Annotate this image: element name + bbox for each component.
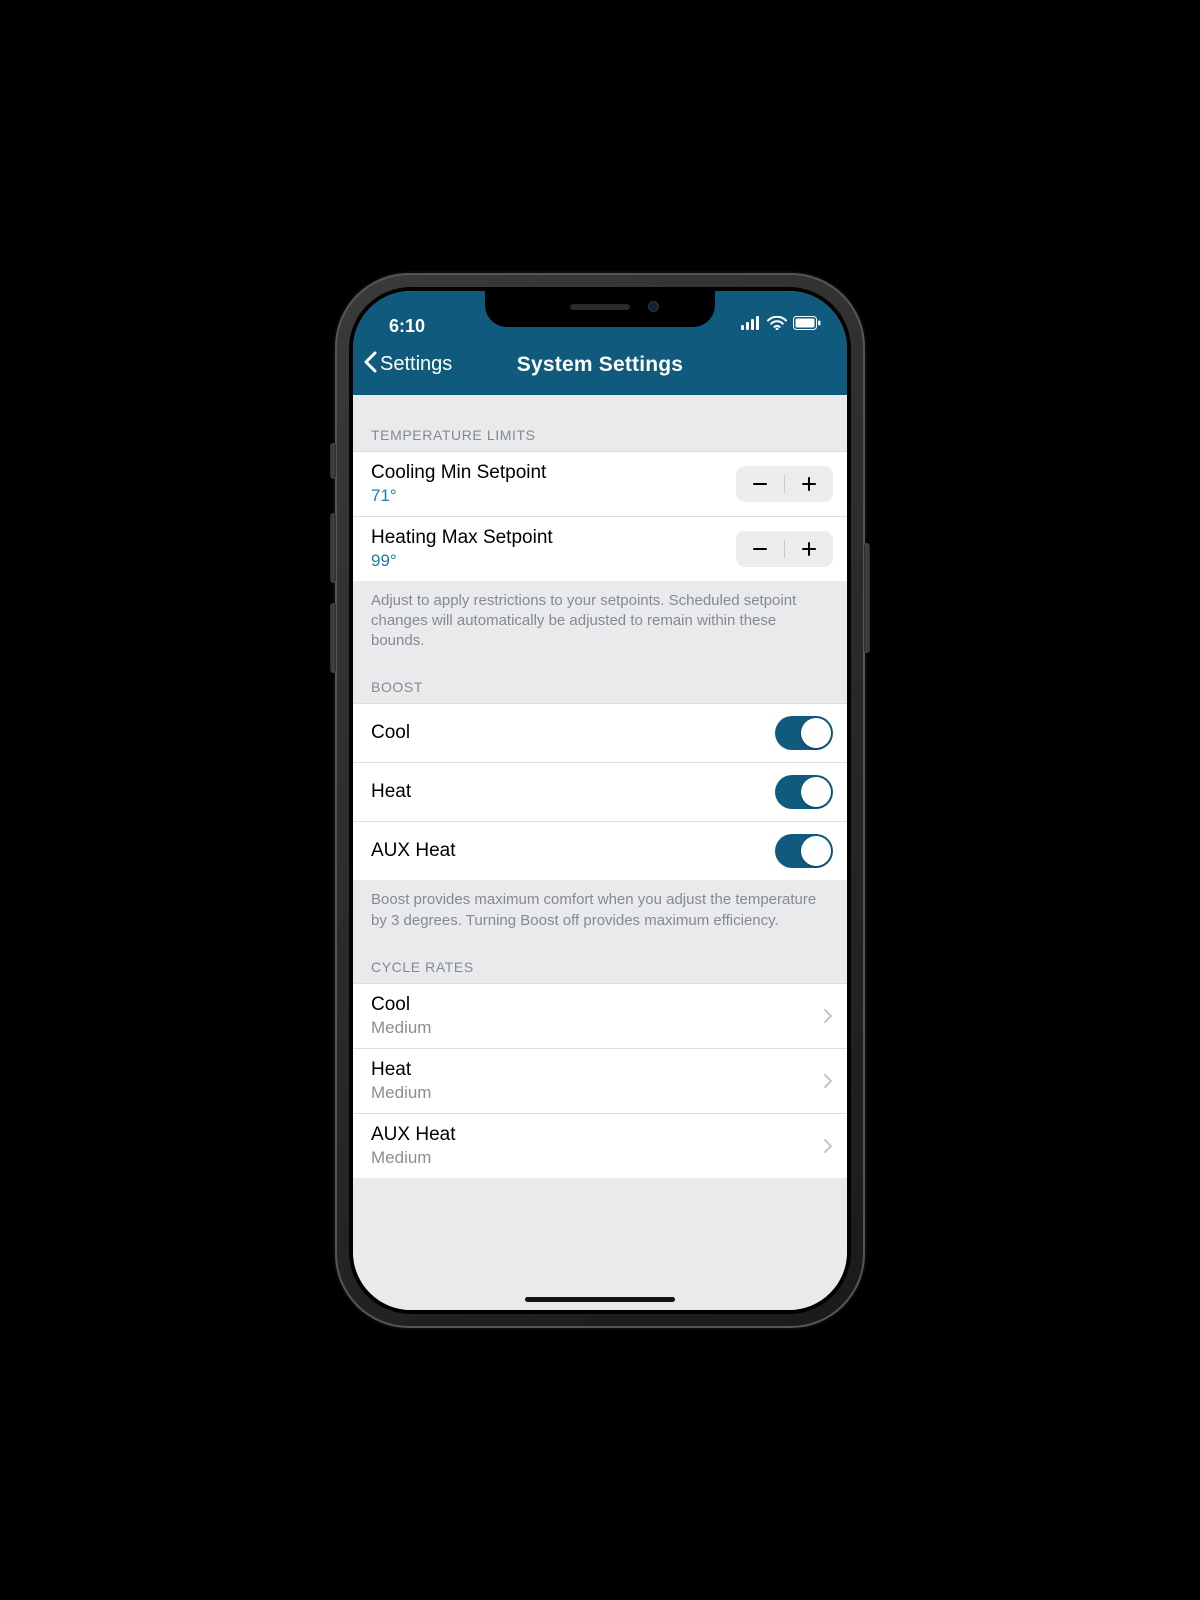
boost-group: Cool Heat AUX Heat (353, 703, 847, 880)
chevron-left-icon (363, 351, 378, 379)
cycle-rates-group: Cool Medium Heat Medium (353, 983, 847, 1178)
cycle-heat-value: Medium (371, 1083, 431, 1103)
cooling-min-label: Cooling Min Setpoint (371, 462, 546, 484)
page-title: System Settings (517, 353, 683, 377)
cycle-aux-heat-value: Medium (371, 1148, 455, 1168)
content[interactable]: TEMPERATURE LIMITS Cooling Min Setpoint … (353, 395, 847, 1310)
boost-aux-heat-toggle[interactable] (775, 834, 833, 868)
row-cycle-aux-heat[interactable]: AUX Heat Medium (353, 1113, 847, 1178)
navigation-bar: Settings System Settings (353, 341, 847, 395)
cycle-heat-label: Heat (371, 1059, 431, 1081)
status-icons (741, 314, 821, 337)
temperature-limits-group: Cooling Min Setpoint 71° (353, 451, 847, 581)
section-header-temperature-limits: TEMPERATURE LIMITS (353, 395, 847, 451)
row-boost-aux-heat: AUX Heat (353, 821, 847, 880)
section-header-boost: BOOST (353, 655, 847, 703)
back-button[interactable]: Settings (363, 351, 452, 379)
cycle-cool-value: Medium (371, 1018, 431, 1038)
power-button-icon (864, 543, 870, 653)
boost-heat-toggle[interactable] (775, 775, 833, 809)
boost-footer: Boost provides maximum comfort when you … (353, 880, 847, 935)
chevron-right-icon (823, 1073, 833, 1089)
row-cycle-cool[interactable]: Cool Medium (353, 983, 847, 1048)
back-label: Settings (380, 353, 452, 376)
cooling-stepper-increment[interactable] (785, 466, 833, 502)
home-indicator-icon (525, 1297, 675, 1302)
heating-max-label: Heating Max Setpoint (371, 527, 553, 549)
cooling-stepper (736, 466, 833, 502)
minus-icon (751, 540, 769, 558)
plus-icon (800, 540, 818, 558)
heating-stepper (736, 531, 833, 567)
wifi-icon (767, 314, 787, 335)
minus-icon (751, 475, 769, 493)
volume-down-button-icon (330, 603, 336, 673)
mute-switch-icon (330, 443, 336, 479)
toggle-knob-icon (801, 836, 831, 866)
row-cooling-min-setpoint: Cooling Min Setpoint 71° (353, 451, 847, 516)
heating-stepper-decrement[interactable] (736, 531, 784, 567)
boost-cool-toggle[interactable] (775, 716, 833, 750)
cooling-min-value: 71° (371, 486, 546, 506)
section-header-cycle-rates: CYCLE RATES (353, 935, 847, 983)
volume-up-button-icon (330, 513, 336, 583)
row-boost-heat: Heat (353, 762, 847, 821)
heating-stepper-increment[interactable] (785, 531, 833, 567)
row-boost-cool: Cool (353, 703, 847, 762)
boost-cool-label: Cool (371, 722, 410, 744)
phone-frame: 6:10 (335, 273, 865, 1328)
stage: 6:10 (0, 0, 1200, 1600)
notch (485, 291, 715, 327)
heating-max-value: 99° (371, 551, 553, 571)
chevron-right-icon (823, 1008, 833, 1024)
status-time: 6:10 (389, 316, 425, 337)
row-cycle-heat[interactable]: Heat Medium (353, 1048, 847, 1113)
front-camera-icon (648, 301, 659, 312)
plus-icon (800, 475, 818, 493)
toggle-knob-icon (801, 777, 831, 807)
boost-aux-heat-label: AUX Heat (371, 840, 455, 862)
battery-icon (793, 314, 821, 335)
chevron-right-icon (823, 1138, 833, 1154)
cooling-stepper-decrement[interactable] (736, 466, 784, 502)
screen: 6:10 (353, 291, 847, 1310)
cycle-aux-heat-label: AUX Heat (371, 1124, 455, 1146)
earpiece-speaker-icon (570, 304, 630, 310)
cellular-signal-icon (741, 314, 761, 335)
toggle-knob-icon (801, 718, 831, 748)
phone-inner: 6:10 (349, 287, 851, 1314)
temperature-limits-footer: Adjust to apply restrictions to your set… (353, 581, 847, 656)
row-heating-max-setpoint: Heating Max Setpoint 99° (353, 516, 847, 581)
cycle-cool-label: Cool (371, 994, 431, 1016)
boost-heat-label: Heat (371, 781, 411, 803)
